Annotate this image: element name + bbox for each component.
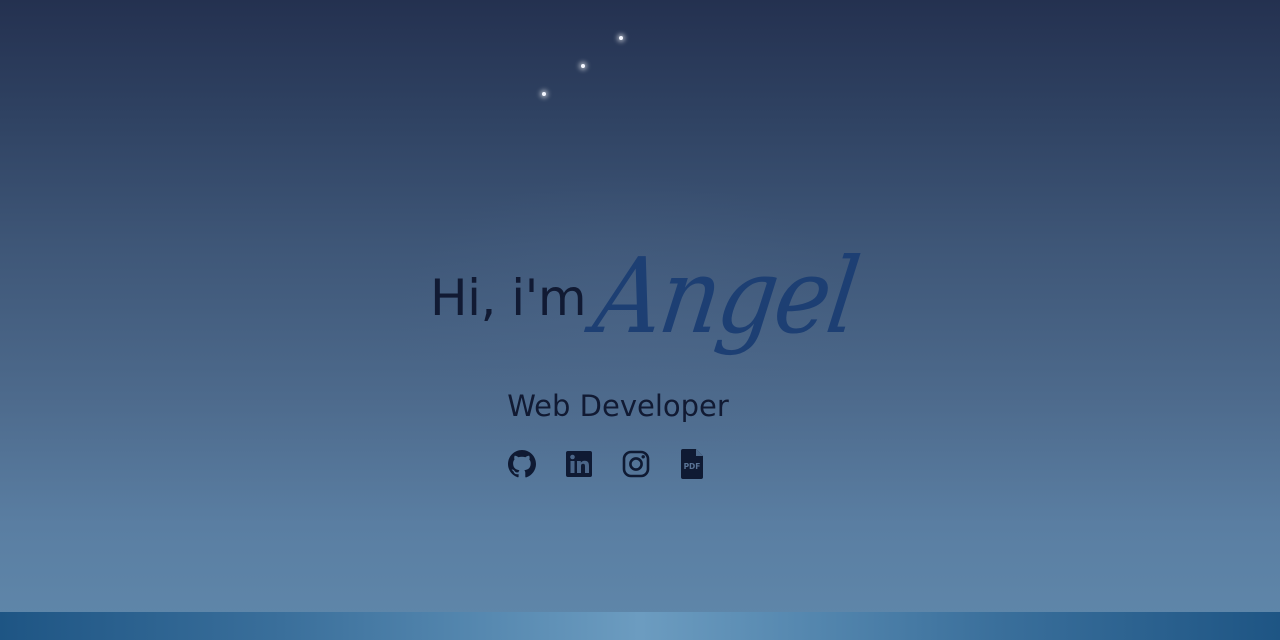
- instagram-link[interactable]: [620, 448, 652, 480]
- github-link[interactable]: [506, 448, 538, 480]
- greeting-text: Hi, i'm: [430, 269, 587, 327]
- instagram-icon: [622, 450, 650, 478]
- linkedin-link[interactable]: [563, 448, 595, 480]
- pdf-link[interactable]: PDF: [677, 448, 709, 480]
- pdf-icon: PDF: [681, 449, 703, 479]
- name-text: Angel: [587, 235, 865, 357]
- job-title: Web Developer: [507, 389, 729, 423]
- pdf-label: PDF: [684, 462, 701, 471]
- hero-section: Hi, i'm Angel Web Developer PDF: [0, 0, 1280, 612]
- star-decoration: [542, 92, 546, 96]
- star-decoration: [581, 64, 585, 68]
- bottom-bar: [0, 612, 1280, 640]
- linkedin-icon: [566, 451, 592, 477]
- github-icon: [508, 450, 536, 478]
- star-decoration: [619, 36, 623, 40]
- social-links: PDF: [506, 448, 734, 480]
